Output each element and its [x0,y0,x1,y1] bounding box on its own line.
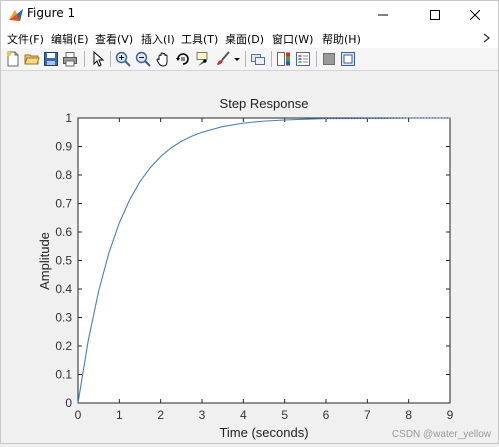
y-tick-label: 1 [65,111,72,125]
pointer-icon[interactable] [90,51,106,67]
zoom-out-icon[interactable] [135,51,151,67]
figure-canvas: Step Response 0 1 2 3 4 5 6 7 8 9 0 0.1 0.2 0.3 0.4 0.… [1,71,498,443]
menu-dock-arrow-icon[interactable] [482,32,492,44]
x-tick-label: 7 [364,408,371,422]
y-tick-label: 0.4 [55,282,72,296]
y-tick-label: 0.5 [55,254,72,268]
menu-insert[interactable]: 插入(I) [141,31,175,47]
y-axis-label: Amplitude [37,232,52,290]
x-tick-label: 5 [281,408,288,422]
legend-icon[interactable] [295,51,311,67]
pan-icon[interactable] [155,51,171,67]
toolbar-separator [84,51,85,67]
x-tick-label: 2 [157,408,164,422]
toolbar-separator [271,51,272,67]
brush-icon[interactable] [215,51,231,67]
menu-window[interactable]: 窗口(W) [272,31,313,47]
figure-window: Figure 1 文件(F) 编辑(E) 查看(V) 插入(I) 工具(T) 桌… [0,0,499,444]
open-file-icon[interactable] [24,51,40,67]
toolbar-separator [110,51,111,67]
x-tick-label: 1 [116,408,123,422]
close-button[interactable] [452,1,498,28]
figure-toolbar [1,48,498,71]
x-tick-label: 3 [199,408,206,422]
menu-tools[interactable]: 工具(T) [181,31,218,47]
rotate-3d-icon[interactable] [175,51,191,67]
menu-bar: 文件(F) 编辑(E) 查看(V) 插入(I) 工具(T) 桌面(D) 窗口(W… [1,28,498,48]
y-tick-label: 0.1 [55,368,72,382]
x-tick-label: 4 [240,408,247,422]
title-bar[interactable]: Figure 1 [1,1,498,28]
y-tick-label: 0.6 [55,225,72,239]
minimize-button[interactable] [360,1,406,28]
minimize-icon [378,14,388,15]
y-tick-label: 0.7 [55,197,72,211]
y-tick-label: 0.3 [55,311,72,325]
x-tick-label: 0 [75,408,82,422]
x-tick-label: 6 [323,408,330,422]
y-tick-label: 0 [65,396,72,410]
step-response-chart[interactable]: Step Response 0 1 2 3 4 5 6 7 8 9 0 0.1 0.2 0.3 0.4 0.… [1,71,498,443]
close-icon [470,9,480,20]
hide-plot-tools-icon[interactable] [321,51,337,67]
data-cursor-icon[interactable] [195,51,211,67]
watermark-text: CSDN @water_yellow [392,429,492,440]
maximize-icon [430,9,440,20]
menu-help[interactable]: 帮助(H) [322,31,361,47]
plot-area [77,117,451,404]
show-plot-tools-icon[interactable] [340,51,356,67]
menu-view[interactable]: 查看(V) [95,31,133,47]
y-tick-label: 0.9 [55,140,72,154]
menu-desktop[interactable]: 桌面(D) [225,31,264,47]
save-icon[interactable] [43,51,59,67]
colorbar-icon[interactable] [276,51,292,67]
y-tick-label: 0.2 [55,339,72,353]
toolbar-separator [316,51,317,67]
chart-title: Step Response [220,96,309,111]
y-tick-label: 0.8 [55,168,72,182]
menu-edit[interactable]: 编辑(E) [51,31,89,47]
x-tick-label: 9 [447,408,454,422]
new-figure-icon[interactable] [5,51,21,67]
x-axis-label: Time (seconds) [219,425,308,440]
zoom-in-icon[interactable] [115,51,131,67]
menu-file[interactable]: 文件(F) [7,31,44,47]
matlab-figure-icon [9,9,23,21]
window-title: Figure 1 [27,6,76,20]
print-icon[interactable] [62,51,78,67]
brush-dropdown-icon[interactable] [233,51,241,67]
toolbar-separator [245,51,246,67]
link-plot-icon[interactable] [250,51,266,67]
x-tick-label: 8 [405,408,412,422]
